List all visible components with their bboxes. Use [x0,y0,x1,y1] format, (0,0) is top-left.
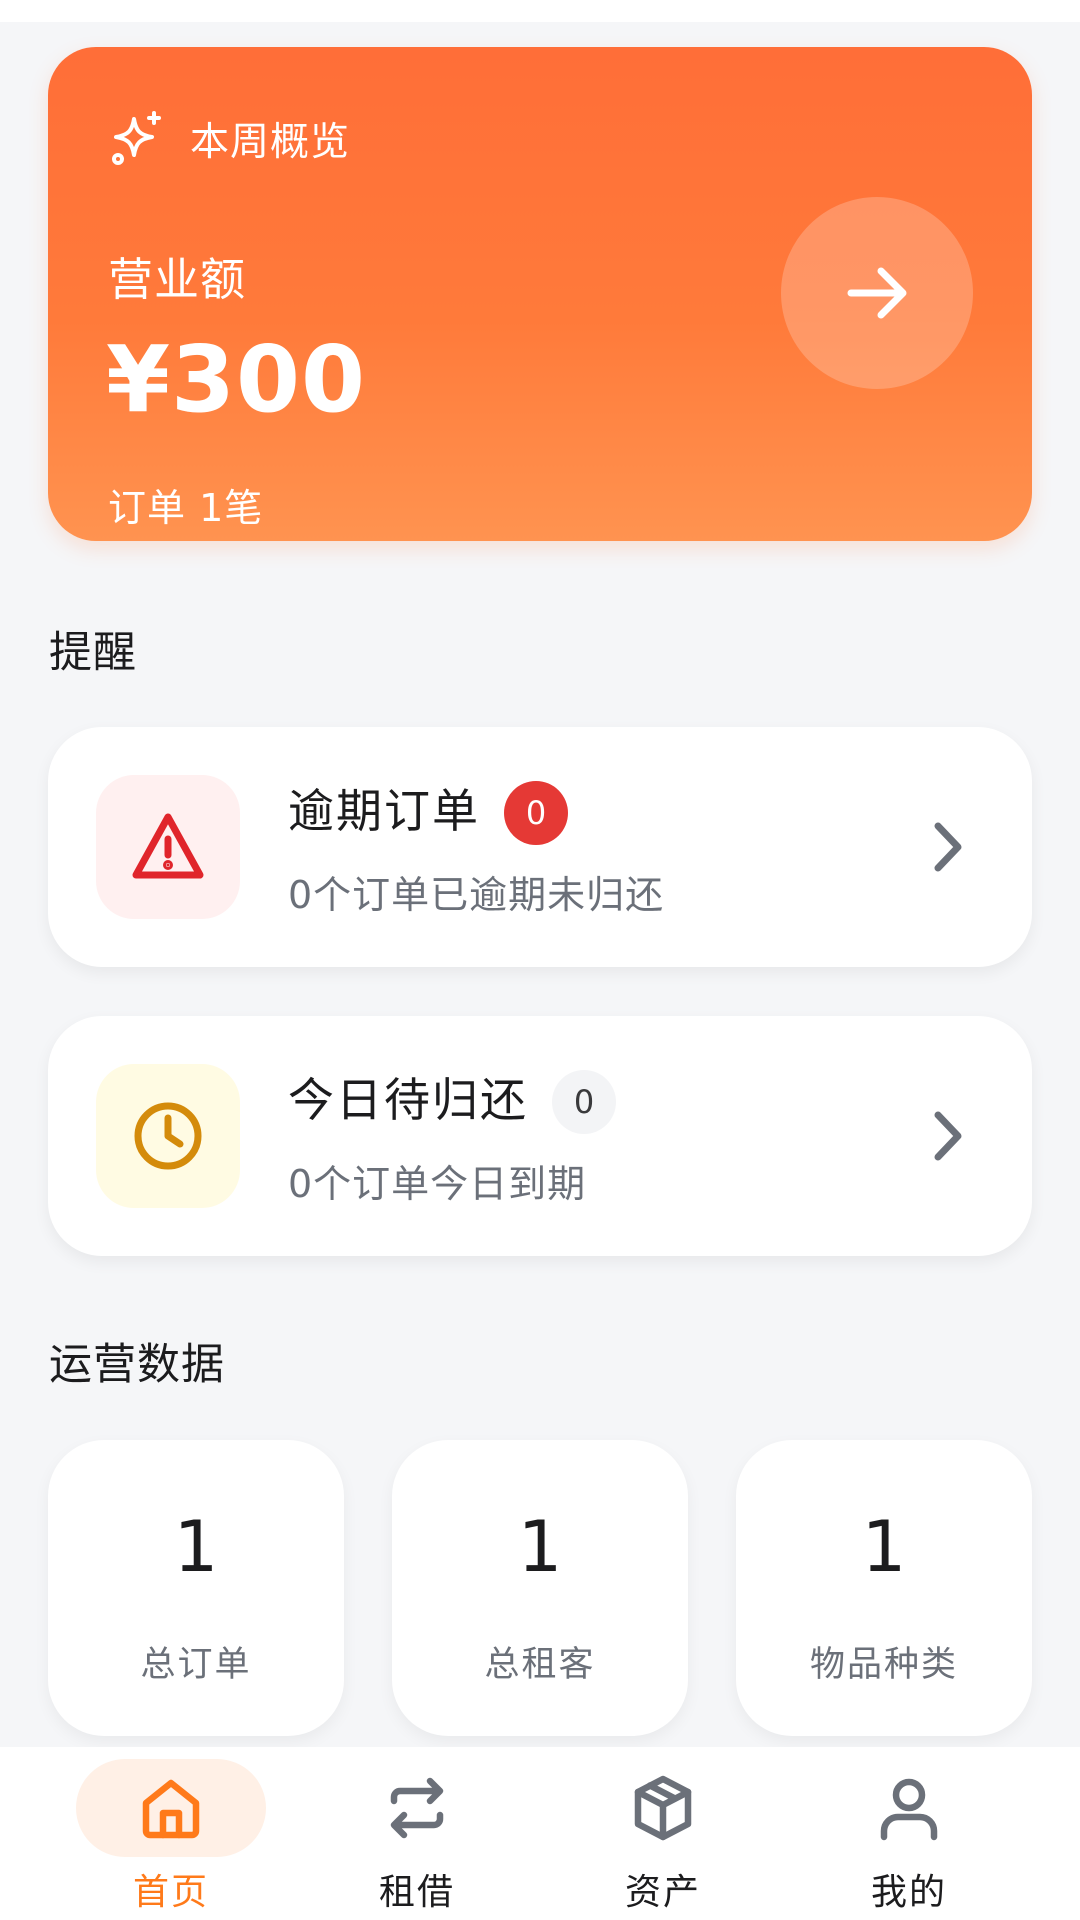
overdue-count-badge: 0 [504,781,568,845]
overdue-orders-card[interactable]: 逾期订单 0 0个订单已逾期未归还 [48,727,1032,967]
stat-total-tenants[interactable]: 1 总租客 [392,1440,688,1736]
bottom-nav: 首页 租借 资产 我的 [0,1747,1080,1920]
nav-label-home: 首页 [132,1872,209,1913]
nav-item-home[interactable]: 首页 [48,1747,294,1920]
box-icon [634,1775,692,1841]
order-count: 订单 1笔 [108,486,264,530]
stat-label: 总租客 [484,1645,596,1685]
stat-value: 1 [517,1506,563,1588]
nav-item-assets[interactable]: 资产 [540,1747,786,1920]
swap-arrows-icon [390,1777,444,1839]
nav-label-profile: 我的 [870,1872,947,1913]
overview-detail-button[interactable] [781,197,973,389]
stat-value: 1 [861,1506,907,1588]
chevron-right-icon [934,822,962,872]
nav-item-profile[interactable]: 我的 [786,1747,1032,1920]
chevron-right-icon [934,1111,962,1161]
user-icon [880,1778,938,1841]
overdue-orders-subtitle: 0个订单已逾期未归还 [288,873,665,917]
overdue-icon-box [96,775,240,919]
stat-total-orders[interactable]: 1 总订单 [48,1440,344,1736]
sparkle-icon [112,111,161,165]
nav-label-rental: 租借 [378,1872,455,1913]
warning-triangle-icon [132,813,204,879]
home-screen: 本周概览 营业额 ¥300 订单 1笔 提醒 逾期订单 0 0个订单已逾期未归还 [0,0,1080,1920]
revenue-label: 营业额 [108,253,247,306]
weekly-overview-header: 本周概览 [108,109,350,169]
due-today-icon-box [96,1064,240,1208]
revenue-amount: ¥300 [106,326,367,433]
stat-item-categories[interactable]: 1 物品种类 [736,1440,1032,1736]
stat-label: 物品种类 [809,1645,958,1685]
home-icon [142,1779,200,1839]
due-today-card[interactable]: 今日待归还 0 0个订单今日到期 [48,1016,1032,1256]
due-today-count-badge: 0 [552,1070,616,1134]
overdue-orders-title: 逾期订单 [288,784,480,838]
reminders-section-title: 提醒 [49,628,137,678]
status-bar-strip [0,0,1080,22]
arrow-right-icon [847,267,907,319]
weekly-overview-title: 本周概览 [190,120,351,165]
stat-value: 1 [173,1506,219,1588]
stat-label: 总订单 [140,1645,252,1685]
nav-label-assets: 资产 [624,1872,701,1913]
due-today-subtitle: 0个订单今日到期 [288,1162,587,1206]
stats-section-title: 运营数据 [49,1340,225,1390]
due-today-title: 今日待归还 [288,1073,528,1127]
weekly-overview-card[interactable]: 本周概览 营业额 ¥300 订单 1笔 [48,47,1032,541]
nav-item-rental[interactable]: 租借 [294,1747,540,1920]
clock-icon [134,1102,202,1170]
